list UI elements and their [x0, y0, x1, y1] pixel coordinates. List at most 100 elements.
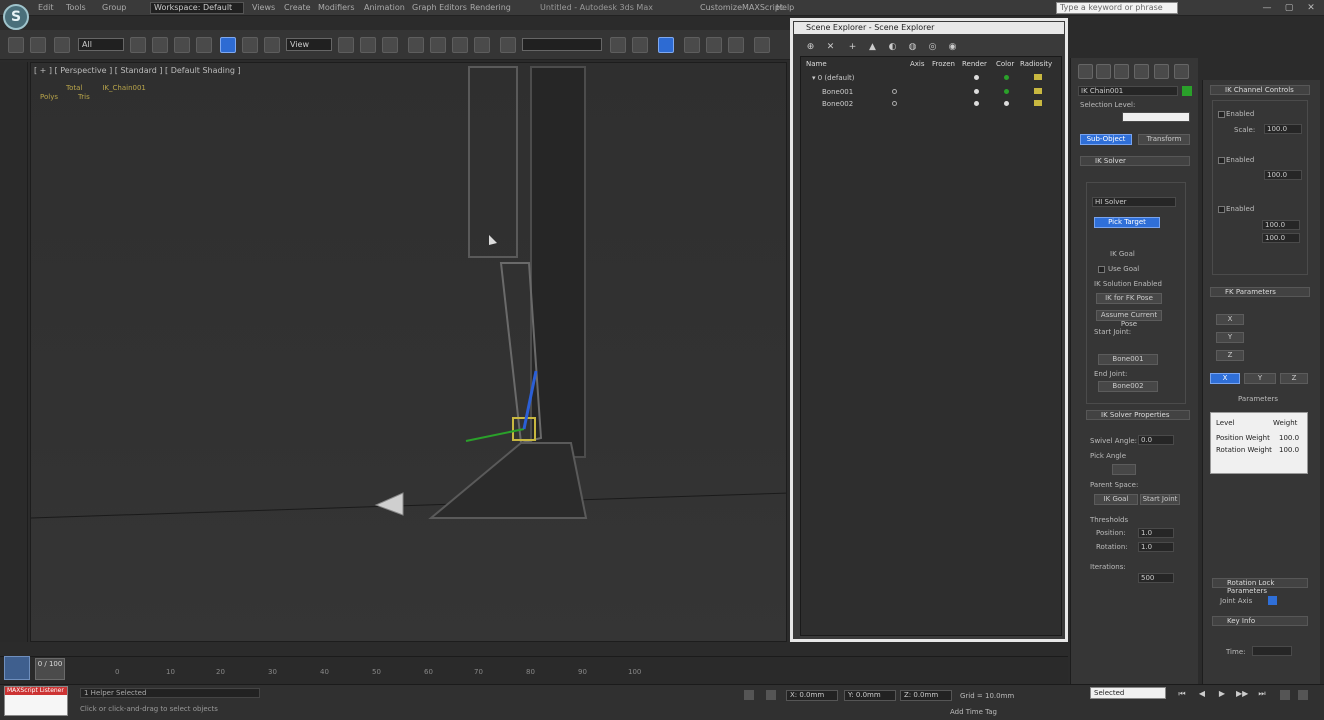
- menu-modifiers[interactable]: Modifiers: [318, 3, 355, 12]
- scale-icon[interactable]: [264, 37, 280, 53]
- weight-parameters-table[interactable]: Level Weight Position Weight 100.0 Rotat…: [1210, 412, 1308, 474]
- render-icon[interactable]: [974, 89, 979, 94]
- select-all-icon[interactable]: ⊕: [804, 41, 817, 54]
- transform-button[interactable]: Transform: [1138, 134, 1190, 145]
- bind-space-warp-icon[interactable]: [54, 37, 70, 53]
- keyboard-shortcut-icon[interactable]: [382, 37, 398, 53]
- frozen-icon[interactable]: [892, 101, 897, 106]
- radiosity-icon[interactable]: [1034, 88, 1042, 94]
- radiosity-icon[interactable]: [1034, 100, 1042, 106]
- absolute-mode-icon[interactable]: [766, 690, 776, 700]
- material-editor-icon[interactable]: [754, 37, 770, 53]
- app-logo-icon[interactable]: S: [3, 4, 29, 30]
- filter-shapes-icon[interactable]: ◍: [906, 41, 919, 54]
- scale-spinner-2[interactable]: 100.0: [1264, 170, 1302, 180]
- menu-edit[interactable]: Edit: [38, 3, 54, 12]
- render-icon[interactable]: [974, 75, 979, 80]
- menu-tools[interactable]: Tools: [66, 3, 86, 12]
- start-joint-button[interactable]: Bone001: [1098, 354, 1158, 365]
- list-item[interactable]: ▾ 0 (default): [804, 73, 1060, 83]
- ik-goal-radio[interactable]: IK Goal: [1094, 494, 1138, 505]
- object-color-swatch[interactable]: [1182, 86, 1192, 96]
- joint-axis-swatch[interactable]: [1268, 596, 1277, 605]
- swivel-angle-spinner[interactable]: 0.0: [1138, 435, 1174, 445]
- selection-level-dropdown[interactable]: [1122, 112, 1190, 122]
- curve-editor-icon[interactable]: [706, 37, 722, 53]
- menu-animation[interactable]: Animation: [364, 3, 405, 12]
- mini-curve-editor-icon[interactable]: [4, 656, 30, 680]
- utilities-tab-icon[interactable]: [1174, 64, 1189, 79]
- column-name[interactable]: Name: [806, 60, 827, 68]
- select-none-icon[interactable]: ✕: [824, 41, 837, 54]
- rotation-threshold-spinner[interactable]: 1.0: [1138, 542, 1174, 552]
- link-icon[interactable]: [8, 37, 24, 53]
- scene-explorer-title[interactable]: Scene Explorer - Scene Explorer: [794, 22, 1064, 34]
- column-frozen[interactable]: Frozen: [932, 60, 955, 68]
- start-joint-radio[interactable]: Start Joint: [1140, 494, 1180, 505]
- column-radiosity[interactable]: Radiosity: [1020, 60, 1052, 68]
- lock-selection-icon[interactable]: [744, 690, 754, 700]
- named-selection-dropdown[interactable]: [522, 38, 602, 51]
- frozen-icon[interactable]: [892, 89, 897, 94]
- window-crossing-icon[interactable]: [196, 37, 212, 53]
- angle-snap-icon[interactable]: [430, 37, 446, 53]
- add-time-tag-button[interactable]: Add Time Tag: [950, 708, 997, 716]
- channel-checkbox-2[interactable]: [1218, 157, 1225, 164]
- radiosity-icon[interactable]: [1034, 74, 1042, 80]
- fk-axis-y-button[interactable]: Y: [1216, 332, 1244, 343]
- object-name-field[interactable]: IK Chain001: [1078, 86, 1178, 96]
- scale-spinner-1[interactable]: 100.0: [1264, 124, 1302, 134]
- iterations-spinner[interactable]: 500: [1138, 573, 1174, 583]
- select-manipulate-icon[interactable]: [360, 37, 376, 53]
- position-threshold-spinner[interactable]: 1.0: [1138, 528, 1174, 538]
- time-spinner[interactable]: [1252, 646, 1292, 656]
- scale-spinner-3[interactable]: 100.0: [1262, 220, 1300, 230]
- rollout-fk[interactable]: FK Parameters: [1210, 287, 1310, 297]
- key-filter-dropdown[interactable]: Selected: [1090, 687, 1166, 699]
- maximize-icon[interactable]: ▢: [1282, 2, 1296, 14]
- rollout-ik-solver[interactable]: IK Solver: [1080, 156, 1190, 166]
- select-by-name-icon[interactable]: [152, 37, 168, 53]
- position-weight-value[interactable]: 100.0: [1279, 434, 1299, 442]
- fk-axis-z-button[interactable]: Z: [1216, 350, 1244, 361]
- previous-frame-icon[interactable]: ◀: [1196, 688, 1208, 700]
- pick-target-button[interactable]: Pick Target: [1094, 217, 1160, 228]
- menu-help[interactable]: Help: [776, 3, 794, 12]
- create-tab-icon[interactable]: [1078, 64, 1093, 79]
- solver-dropdown[interactable]: HI Solver: [1092, 197, 1176, 207]
- workspace-dropdown[interactable]: Workspace: Default: [150, 2, 244, 14]
- minimize-icon[interactable]: —: [1260, 2, 1274, 14]
- menu-rendering[interactable]: Rendering: [470, 3, 511, 12]
- viewport-label-menu[interactable]: [ + ] [ Perspective ] [ Standard ] [ Def…: [34, 66, 241, 75]
- pick-angle-button[interactable]: [1112, 464, 1136, 475]
- column-color[interactable]: Color: [996, 60, 1014, 68]
- scale-spinner-4[interactable]: 100.0: [1262, 233, 1300, 243]
- coord-z-field[interactable]: Z: 0.0mm: [900, 690, 952, 701]
- filter-cameras-icon[interactable]: ◉: [946, 41, 959, 54]
- menu-graph-editors[interactable]: Graph Editors: [412, 3, 467, 12]
- filter-geometry-icon[interactable]: ◐: [886, 41, 899, 54]
- align-icon[interactable]: [632, 37, 648, 53]
- rollout-key-info[interactable]: Key Info: [1212, 616, 1308, 626]
- use-goal-checkbox[interactable]: [1098, 266, 1105, 273]
- viewport-layout-tab[interactable]: [0, 62, 28, 642]
- fk-axis-x-button[interactable]: X: [1216, 314, 1244, 325]
- rotate-icon[interactable]: [242, 37, 258, 53]
- ik-for-fk-button[interactable]: IK for FK Pose: [1096, 293, 1162, 304]
- search-input[interactable]: Type a keyword or phrase: [1056, 2, 1178, 14]
- selection-filter-dropdown[interactable]: All: [78, 38, 124, 51]
- add-icon[interactable]: +: [846, 41, 859, 54]
- snaps-toggle-icon[interactable]: [408, 37, 424, 53]
- menu-views[interactable]: Views: [252, 3, 275, 12]
- channel-checkbox-1[interactable]: [1218, 111, 1225, 118]
- rollout-channel[interactable]: IK Channel Controls: [1210, 85, 1310, 95]
- layer-explorer-icon[interactable]: [684, 37, 700, 53]
- color-swatch[interactable]: [1004, 89, 1009, 94]
- assume-pose-button[interactable]: Assume Current Pose: [1096, 310, 1162, 328]
- close-icon[interactable]: ✕: [1304, 2, 1318, 14]
- time-slider[interactable]: 0 / 100: [35, 658, 65, 680]
- color-swatch[interactable]: [1004, 75, 1009, 80]
- select-object-icon[interactable]: [130, 37, 146, 53]
- next-frame-icon[interactable]: ▶▶: [1236, 688, 1248, 700]
- menu-create[interactable]: Create: [284, 3, 311, 12]
